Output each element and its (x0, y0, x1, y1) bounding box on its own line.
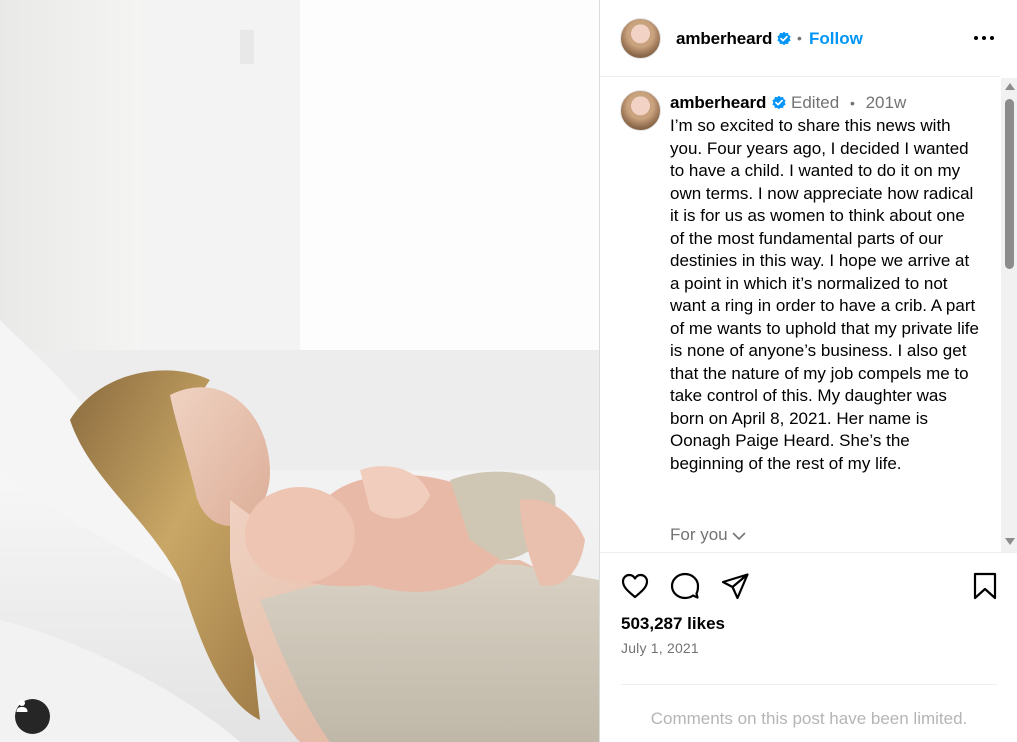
user-tag-icon (16, 700, 28, 712)
share-icon[interactable] (720, 571, 750, 601)
caption-author-avatar[interactable] (620, 90, 661, 131)
post-header: amberheard • Follow (600, 0, 1000, 77)
scroll-thumb[interactable] (1005, 99, 1014, 269)
verified-badge-icon (777, 31, 791, 46)
edited-label: Edited (791, 93, 840, 112)
heart-icon[interactable] (620, 571, 650, 601)
more-options-icon[interactable] (972, 28, 996, 48)
comment-icon[interactable] (670, 571, 700, 601)
follow-button[interactable]: Follow (809, 29, 863, 49)
verified-badge-icon (772, 95, 786, 110)
caption-section: amberheard Edited • 201w I’m so excited … (600, 78, 1000, 552)
bookmark-icon[interactable] (970, 571, 1000, 601)
caption-scrollbar[interactable] (1001, 78, 1017, 552)
author-username[interactable]: amberheard (676, 29, 772, 49)
post-sidebar: amberheard • Follow amberheard Edited • … (599, 0, 1017, 742)
comments-divider (621, 684, 997, 685)
post-date[interactable]: July 1, 2021 (621, 640, 699, 656)
scroll-up-arrow[interactable] (1005, 83, 1015, 90)
tagged-users-button[interactable] (15, 699, 50, 734)
chevron-down-icon (732, 532, 745, 540)
meta-separator: • (849, 95, 855, 111)
likes-count[interactable]: 503,287 likes (621, 614, 725, 634)
comments-limited-notice: Comments on this post have been limited. (650, 709, 968, 728)
for-you-dropdown[interactable]: For you (670, 525, 746, 545)
scroll-down-arrow[interactable] (1005, 538, 1015, 545)
caption-text: I’m so excited to share this news with y… (670, 116, 979, 473)
post-age[interactable]: 201w (866, 93, 907, 112)
for-you-label: For you (670, 525, 728, 544)
post-image-illustration (0, 0, 599, 742)
author-avatar[interactable] (620, 18, 661, 59)
caption-meta: Edited • 201w (791, 93, 906, 113)
header-separator: • (797, 30, 802, 46)
post-actions-section: 503,287 likes July 1, 2021 Comments on t… (600, 552, 1017, 742)
post-photo[interactable] (0, 0, 599, 742)
caption-author-username[interactable]: amberheard (670, 93, 766, 113)
